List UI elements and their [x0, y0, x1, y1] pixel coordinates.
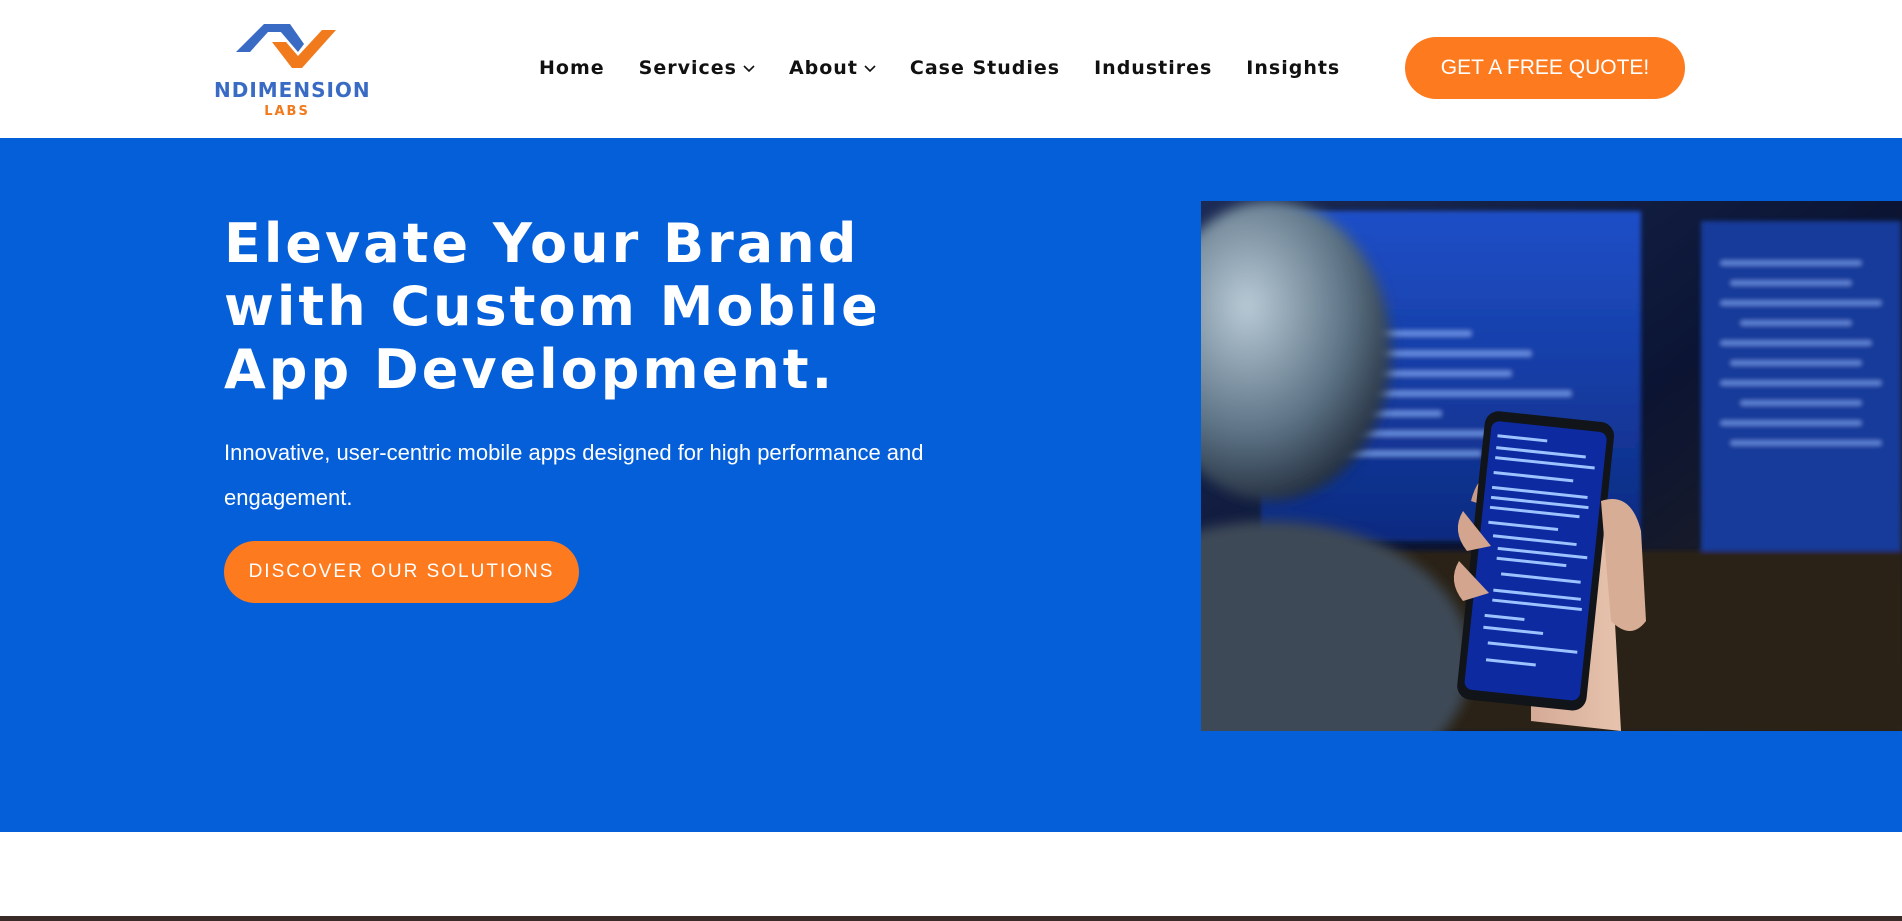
nav-item-about[interactable]: About [789, 57, 876, 79]
next-section-edge [0, 916, 1902, 921]
chevron-down-icon [743, 65, 755, 73]
chevron-down-icon [864, 65, 876, 73]
main-nav: Home Services About Case Studies Industi… [539, 54, 1374, 82]
nav-item-label: Home [539, 57, 605, 79]
developer-with-phone-illustration [1201, 201, 1902, 731]
nav-item-home[interactable]: Home [539, 57, 605, 79]
below-hero-area [0, 832, 1902, 921]
nav-item-label: Services [638, 57, 737, 79]
logo-mark-icon [236, 24, 336, 68]
hero-section: Elevate Your Brand with Custom Mobile Ap… [0, 138, 1902, 832]
nav-item-label: Industires [1094, 57, 1213, 79]
logo-subtext: LABS [264, 104, 310, 119]
hero-subtitle: Innovative, user-centric mobile apps des… [224, 440, 924, 510]
nav-item-label: Case Studies [909, 57, 1061, 79]
brand-logo[interactable]: NDIMENSION LABS [214, 16, 371, 122]
hero-image [1201, 201, 1902, 731]
logo-wordmark: NDIMENSION [214, 78, 371, 102]
nav-item-services[interactable]: Services [639, 57, 755, 79]
get-free-quote-button[interactable]: GET A FREE QUOTE! [1405, 37, 1685, 99]
nav-item-label: About [788, 57, 858, 79]
nav-item-industries[interactable]: Industires [1094, 57, 1212, 79]
nav-item-insights[interactable]: Insights [1246, 57, 1340, 79]
hero-title: Elevate Your Brand with Custom Mobile Ap… [224, 212, 881, 401]
nav-item-label: Insights [1246, 57, 1341, 79]
site-header: NDIMENSION LABS Home Services About Case… [0, 0, 1902, 138]
nav-item-case-studies[interactable]: Case Studies [910, 57, 1060, 79]
discover-solutions-button[interactable]: DISCOVER OUR SOLUTIONS [224, 541, 579, 603]
